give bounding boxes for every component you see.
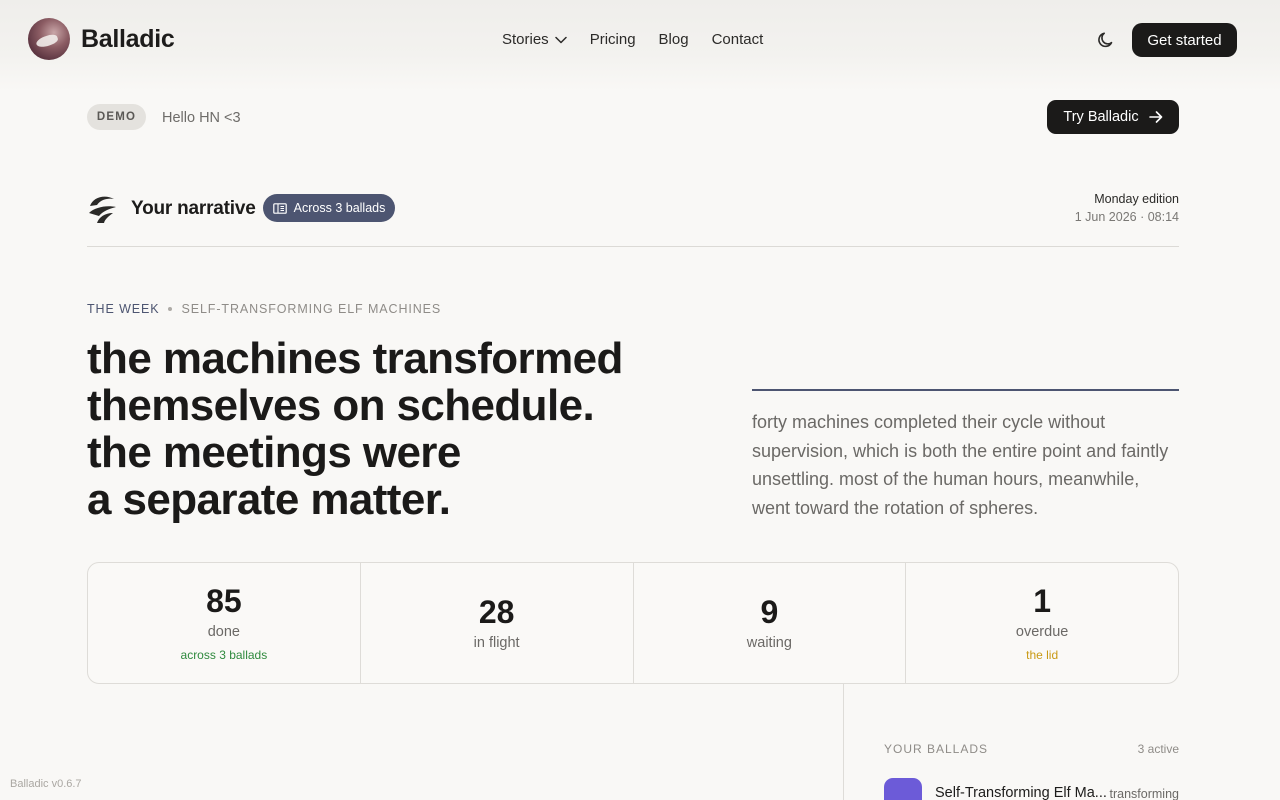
stat-value: 85 [206,583,242,619]
ballad-avatar: S [884,778,922,800]
column-divider [843,684,844,800]
week-label: THE WEEK [87,302,160,316]
narrative-title: Your narrative [131,198,256,219]
headline-line: themselves on schedule. [87,381,595,430]
nav-stories-label: Stories [502,31,549,48]
try-balladic-label: Try Balladic [1063,109,1139,125]
headline-line: the meetings were [87,428,461,477]
brand-name: Balladic [81,24,175,53]
get-started-button[interactable]: Get started [1132,23,1237,57]
ballads-title: YOUR BALLADS [884,742,989,756]
headline-line: the machines transformed [87,334,623,383]
main-nav: Stories Pricing Blog Contact [502,31,786,48]
deck-rule [752,389,1179,391]
stat-value: 9 [760,594,779,630]
book-icon [272,202,287,214]
stat-overdue: 1 overdue the lid [906,563,1178,683]
stat-done: 85 done across 3 ballads [88,563,361,683]
ballad-status: transforming [1109,787,1179,800]
nav-blog[interactable]: Blog [659,31,689,48]
stats-panel: 85 done across 3 ballads 28 in flight 9 … [87,562,1179,684]
nav-contact[interactable]: Contact [712,31,764,48]
stat-note: across 3 ballads [180,648,268,662]
nav-stories[interactable]: Stories [502,31,567,48]
moon-icon[interactable] [1096,30,1116,50]
ballads-count: 3 active [1137,742,1179,756]
balladic-logo-icon [28,18,70,60]
kicker-separator [168,307,173,311]
stat-label: in flight [473,635,520,651]
edition-date: 1 Jun 2026 · 08:14 [1074,210,1179,224]
week-headline: the machines transformed themselves on s… [87,335,707,523]
edition-day: Monday edition [1094,192,1179,206]
nav-pricing[interactable]: Pricing [590,31,636,48]
stat-value: 1 [1033,583,1052,619]
brand-logo[interactable]: Balladic [28,18,175,60]
ballad-name: Self-Transforming Elf Ma... [935,785,1107,800]
stat-value: 28 [478,594,515,630]
edition-info: Monday edition 1 Jun 2026 · 08:14 [1075,191,1179,227]
stat-label: done [207,624,240,640]
section-divider [87,246,1179,247]
stat-note: the lid [1026,648,1059,662]
stat-waiting: 9 waiting [634,563,907,683]
demo-message: Hello HN <3 [162,110,241,126]
demo-badge: DEMO [87,104,146,130]
arrow-right-icon [1148,111,1163,123]
week-kicker: THE WEEK SELF-TRANSFORMING ELF MACHINES [87,302,441,316]
try-balladic-button[interactable]: Try Balladic [1047,100,1179,134]
week-summary: forty machines completed their cycle wit… [752,412,1169,519]
week-subject: SELF-TRANSFORMING ELF MACHINES [181,302,442,316]
stat-in-flight: 28 in flight [361,563,634,683]
stat-label: overdue [1015,624,1069,640]
narrative-swirl-icon [87,193,118,224]
version-label: Balladic v0.6.7 [10,778,82,790]
ballads-header: YOUR BALLADS 3 active [884,742,1179,756]
ballad-list-item[interactable]: S Self-Transforming Elf Ma... transformi… [884,778,1179,800]
stat-label: waiting [746,635,792,651]
top-navigation: Balladic Stories Pricing Blog Contact Ge… [0,0,1280,92]
chevron-down-icon [554,31,567,48]
headline-line: a separate matter. [87,475,451,524]
ballads-scope-pill[interactable]: Across 3 ballads [263,194,395,222]
ballads-scope-label: Across 3 ballads [293,201,386,215]
